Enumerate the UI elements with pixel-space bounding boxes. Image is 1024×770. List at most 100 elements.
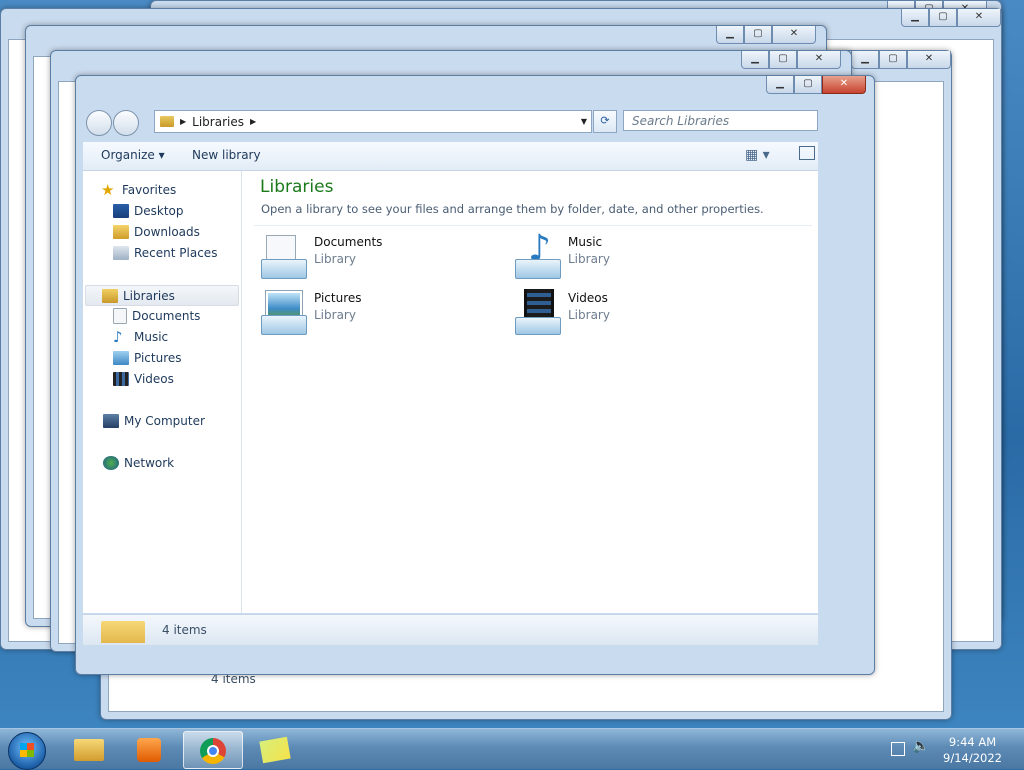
page-title: Libraries <box>260 177 334 197</box>
start-button[interactable] <box>8 732 46 770</box>
library-item-music[interactable]: ♪ Music Library <box>514 229 610 281</box>
library-name: Music <box>568 235 603 249</box>
library-type: Library <box>314 308 356 322</box>
library-type: Library <box>568 252 610 266</box>
nav-my-computer[interactable]: My Computer <box>103 412 205 430</box>
taskbar: 🔈 9:44 AM 9/14/2022 <box>0 728 1024 770</box>
close-button[interactable]: ✕ <box>957 9 1001 27</box>
volume-icon[interactable]: 🔈 <box>912 738 929 754</box>
navigation-pane: ★ Favorites Desktop Downloads Recent Plac… <box>83 171 242 613</box>
library-item-pictures[interactable]: Pictures Library <box>260 289 362 337</box>
libraries-folder-icon <box>160 116 174 127</box>
film-icon <box>113 372 129 386</box>
chrome-icon <box>200 738 226 764</box>
document-icon <box>113 308 127 324</box>
maximize-button[interactable]: ▢ <box>794 76 822 94</box>
close-button[interactable]: ✕ <box>907 51 951 69</box>
network-tray-icon[interactable] <box>891 742 905 756</box>
sticky-notes-icon <box>259 736 291 764</box>
divider <box>254 225 812 226</box>
nav-recent-places-label: Recent Places <box>134 246 218 260</box>
refresh-button[interactable]: ⟳ <box>593 110 617 133</box>
maximize-button[interactable]: ▢ <box>929 9 957 27</box>
desktop-icon <box>113 204 129 218</box>
view-options-icon[interactable]: ▦ ▾ <box>745 147 770 163</box>
library-item-documents[interactable]: Documents Library <box>260 233 382 281</box>
content-pane: Libraries Open a library to see your fil… <box>242 171 818 613</box>
page-subtitle: Open a library to see your files and arr… <box>261 202 764 216</box>
computer-icon <box>103 414 119 428</box>
close-button[interactable]: ✕ <box>797 51 841 69</box>
breadcrumb-libraries[interactable]: Libraries <box>192 115 244 129</box>
breadcrumb-arrow-icon[interactable]: ▶ <box>250 117 256 126</box>
command-bar: Organize ▾ New library ▦ ▾ <box>83 142 818 171</box>
taskbar-media-player-button[interactable] <box>120 731 178 767</box>
search-input[interactable]: Search Libraries <box>623 110 818 131</box>
recent-places-icon <box>113 246 129 260</box>
address-dropdown-icon[interactable]: ▼ <box>581 117 587 126</box>
clock-time: 9:44 AM <box>948 735 997 749</box>
nav-pictures-label: Pictures <box>134 351 182 365</box>
maximize-button[interactable]: ▢ <box>744 26 772 44</box>
videos-library-icon <box>514 289 562 337</box>
nav-recent-places[interactable]: Recent Places <box>113 244 217 262</box>
windows-logo-icon <box>20 743 34 757</box>
minimize-button[interactable]: ▁ <box>716 26 744 44</box>
nav-network-label: Network <box>124 456 175 470</box>
nav-videos[interactable]: Videos <box>113 370 174 388</box>
organize-label: Organize <box>101 148 155 162</box>
library-name: Documents <box>314 235 383 249</box>
maximize-button[interactable]: ▢ <box>769 51 797 69</box>
nav-music[interactable]: ♪ Music <box>113 328 168 346</box>
music-library-icon: ♪ <box>514 229 562 281</box>
nav-music-label: Music <box>134 330 169 344</box>
clock[interactable]: 9:44 AM 9/14/2022 <box>943 734 1002 766</box>
star-icon: ★ <box>101 181 115 199</box>
nav-network[interactable]: Network <box>103 454 174 472</box>
taskbar-explorer-button[interactable] <box>60 731 118 767</box>
nav-downloads-label: Downloads <box>134 225 200 239</box>
nav-my-computer-label: My Computer <box>124 414 205 428</box>
library-item-videos[interactable]: Videos Library <box>514 289 610 337</box>
maximize-button[interactable]: ▢ <box>879 51 907 69</box>
preview-pane-icon[interactable] <box>799 146 815 160</box>
libraries-icon <box>102 288 118 303</box>
forward-button[interactable] <box>113 110 139 136</box>
library-type: Library <box>568 308 610 322</box>
nav-libraries[interactable]: Libraries <box>85 285 239 306</box>
nav-desktop[interactable]: Desktop <box>113 202 184 220</box>
nav-videos-label: Videos <box>134 372 174 386</box>
taskbar-chrome-button[interactable] <box>183 731 243 769</box>
details-pane: 4 items <box>83 614 818 645</box>
taskbar-sticky-notes-button[interactable] <box>246 731 304 767</box>
organize-button[interactable]: Organize ▾ <box>101 148 165 162</box>
notification-area: 🔈 9:44 AM 9/14/2022 <box>884 729 1024 769</box>
address-bar[interactable]: ▶ Libraries ▶ ▼ <box>154 110 592 133</box>
nav-desktop-label: Desktop <box>134 204 184 218</box>
picture-icon <box>113 351 129 365</box>
nav-favorites[interactable]: ★ Favorites <box>101 181 176 199</box>
library-type: Library <box>314 252 356 266</box>
minimize-button[interactable]: ▁ <box>741 51 769 69</box>
status-item-count: 4 items <box>162 623 207 637</box>
library-name: Pictures <box>314 291 362 305</box>
new-library-button[interactable]: New library <box>192 148 261 162</box>
documents-library-icon <box>260 233 308 281</box>
clock-date: 9/14/2022 <box>943 751 1002 765</box>
nav-documents-label: Documents <box>132 309 201 323</box>
minimize-button[interactable]: ▁ <box>766 76 794 94</box>
downloads-icon <box>113 225 129 239</box>
nav-favorites-label: Favorites <box>122 183 177 197</box>
nav-documents[interactable]: Documents <box>113 307 200 325</box>
pictures-library-icon <box>260 289 308 337</box>
nav-downloads[interactable]: Downloads <box>113 223 200 241</box>
media-player-icon <box>137 738 161 762</box>
back-button[interactable] <box>86 110 112 136</box>
close-button[interactable]: ✕ <box>822 76 866 94</box>
music-note-icon: ♪ <box>113 328 123 346</box>
nav-pictures[interactable]: Pictures <box>113 349 182 367</box>
close-button[interactable]: ✕ <box>772 26 816 44</box>
minimize-button[interactable]: ▁ <box>901 9 929 27</box>
breadcrumb-arrow-icon[interactable]: ▶ <box>180 117 186 126</box>
minimize-button[interactable]: ▁ <box>851 51 879 69</box>
